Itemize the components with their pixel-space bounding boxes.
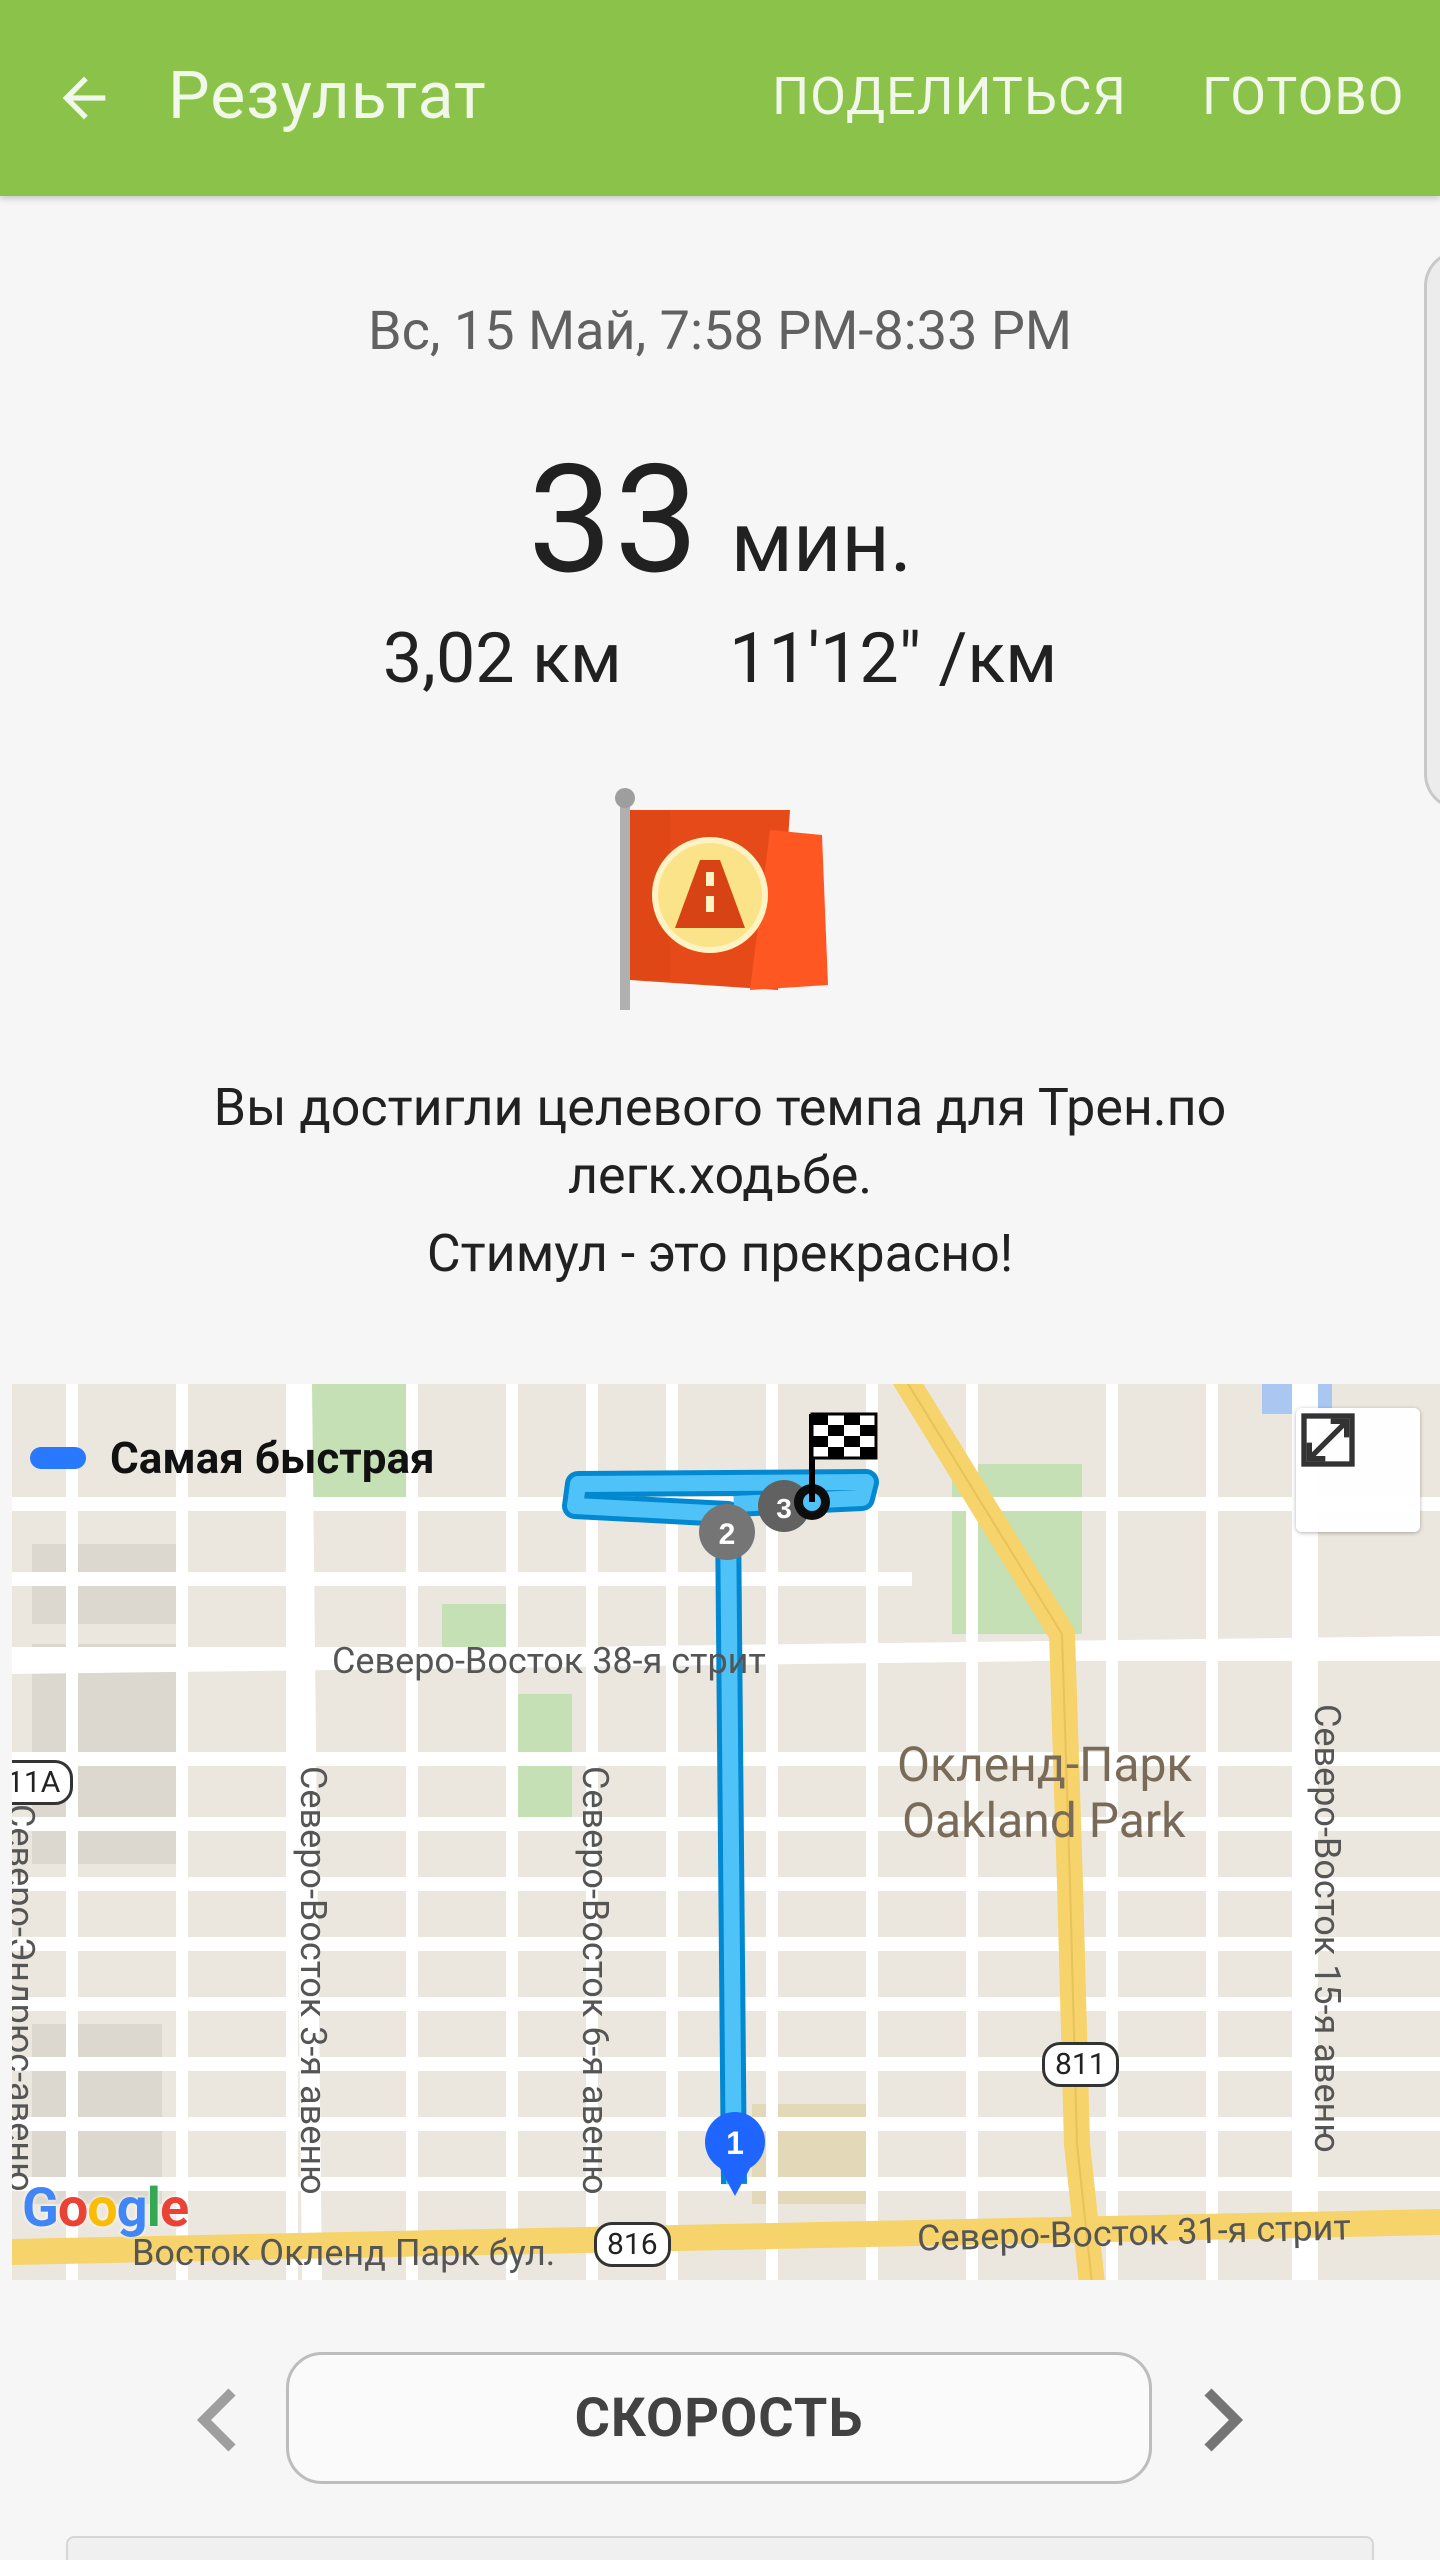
duration-value: 33 bbox=[528, 432, 701, 608]
achievement-line-1: Вы достигли целевого темпа для Трен.по л… bbox=[213, 1077, 1227, 1206]
achievement-line-2: Стимул - это прекрасно! bbox=[426, 1223, 1014, 1284]
legend-label: Самая быстрая bbox=[110, 1432, 435, 1484]
map-legend: Самая быстрая bbox=[30, 1432, 435, 1484]
next-chart-button[interactable] bbox=[1184, 2380, 1264, 2460]
street-label-oakland-blvd: Восток Окленд Парк бул. bbox=[132, 2232, 556, 2274]
street-label-andrews: Северо-Эндрюс-авеню bbox=[12, 1804, 42, 2192]
page-title: Результат bbox=[168, 58, 487, 135]
distance-value: 3,02 км bbox=[382, 618, 622, 700]
chevron-left-icon bbox=[196, 2388, 236, 2452]
workout-metrics: 3,02 км 11'12" /км bbox=[0, 618, 1440, 700]
route-shield-811: 811 bbox=[1042, 2042, 1119, 2087]
back-button[interactable] bbox=[48, 62, 120, 134]
app-bar: Результат ПОДЕЛИТЬСЯ ГОТОВО bbox=[0, 0, 1440, 196]
street-label-ne6: Северо-Восток 6-я авеню bbox=[574, 1766, 616, 2195]
svg-text:1: 1 bbox=[726, 2125, 744, 2161]
chevron-right-icon bbox=[1204, 2388, 1244, 2452]
arrow-left-icon bbox=[62, 76, 106, 120]
workout-result-screen: Результат ПОДЕЛИТЬСЯ ГОТОВО Вс, 15 Май, … bbox=[0, 0, 1440, 2560]
achievement-message: Вы достигли целевого темпа для Трен.по л… bbox=[120, 1074, 1320, 1288]
street-label-ne3: Северо-Восток 3-я авеню bbox=[292, 1766, 334, 2195]
duration-unit: мин. bbox=[730, 493, 912, 592]
street-label-ne15: Северо-Восток 15-я авеню bbox=[1306, 1704, 1348, 2153]
previous-chart-button[interactable] bbox=[176, 2380, 256, 2460]
expand-icon bbox=[1301, 1413, 1355, 1467]
share-button[interactable]: ПОДЕЛИТЬСЯ bbox=[772, 66, 1127, 127]
target-pace-flag-icon bbox=[600, 780, 840, 1020]
google-logo: Google bbox=[22, 2177, 189, 2240]
workout-duration: 33 мин. bbox=[0, 432, 1440, 608]
done-button[interactable]: ГОТОВО bbox=[1202, 66, 1405, 127]
route-shield-11a: 11A bbox=[12, 1760, 74, 1805]
svg-text:2: 2 bbox=[719, 1518, 736, 1551]
fastest-segment-swatch bbox=[30, 1447, 86, 1469]
district-label-ru: Окленд-Парк bbox=[897, 1736, 1193, 1793]
chart-card bbox=[66, 2536, 1374, 2560]
svg-text:3: 3 bbox=[776, 1493, 792, 1524]
chart-type-selector[interactable]: СКОРОСТЬ bbox=[286, 2352, 1152, 2484]
district-label-en: Oakland Park bbox=[902, 1792, 1186, 1849]
expand-map-button[interactable] bbox=[1296, 1408, 1420, 1532]
route-marker-2-icon[interactable]: 2 bbox=[699, 1504, 755, 1560]
pace-value: 11'12" /км bbox=[729, 618, 1058, 700]
route-shield-816: 816 bbox=[594, 2222, 671, 2267]
map-canvas: 1 2 3 bbox=[12, 1384, 1440, 2280]
workout-datetime: Вс, 15 Май, 7:58 PM-8:33 PM bbox=[367, 300, 1073, 363]
route-map[interactable]: 1 2 3 Самая быстрая Северо-Восток 38-я с… bbox=[12, 1384, 1440, 2280]
street-label-ne38: Северо-Восток 38-я стрит bbox=[332, 1640, 766, 1682]
